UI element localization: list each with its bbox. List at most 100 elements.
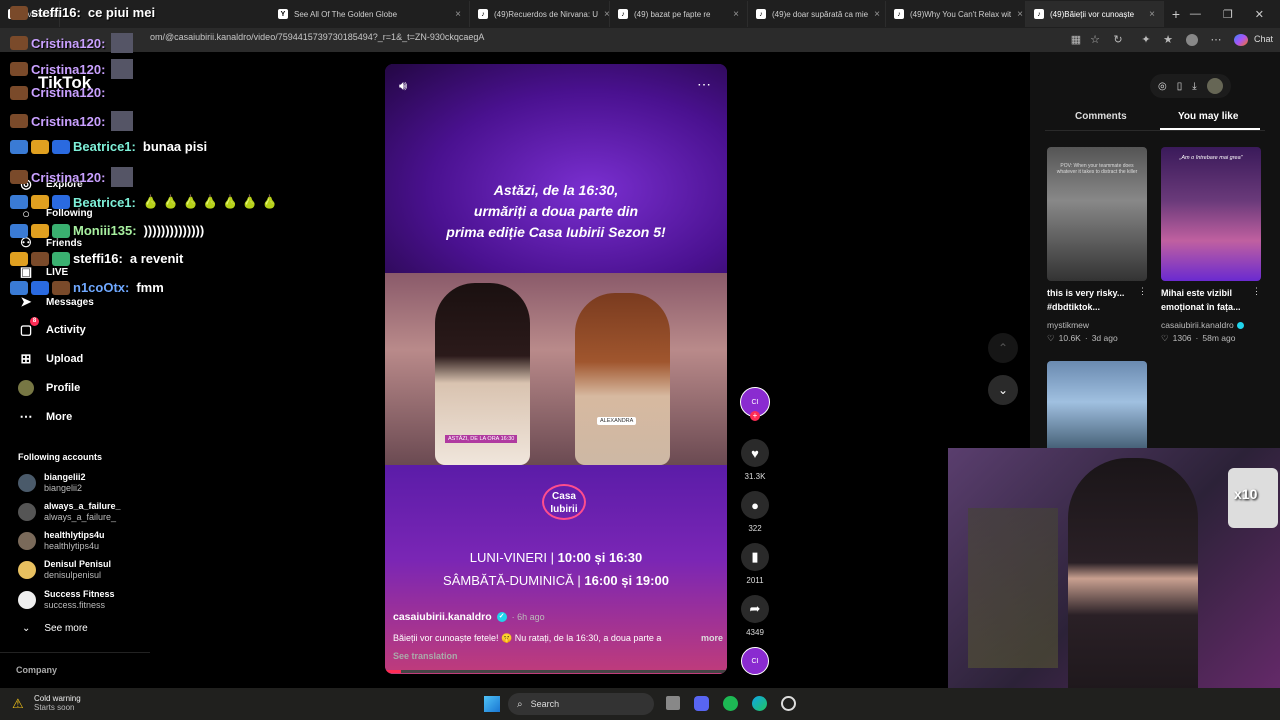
suggestion-caption[interactable]: this is very risky... #dbdtiktok... (1047, 286, 1147, 314)
suggestion-caption[interactable]: Mihai este vizibil emoționat în fața... (1161, 286, 1261, 314)
weather-widget[interactable]: Cold warning Starts soon (34, 694, 81, 712)
share-button[interactable]: ➦ 4349 (740, 595, 770, 637)
avatar[interactable] (1206, 78, 1223, 94)
account-item[interactable]: Denisul Penisul denisulpenisul (18, 559, 111, 581)
favorite-star-icon[interactable]: ☆ (1089, 34, 1101, 46)
suggestion-stats: ♡ 1306 · 58m ago (1161, 333, 1236, 343)
tab-2[interactable]: ♪ (49)Recuerdos de Nirvana: U × (470, 1, 610, 27)
video-player[interactable]: 🔊︎ ⋯ Astăzi, de la 16:30, urmăriți a dou… (385, 64, 727, 674)
grid-icon[interactable]: ▦ (1070, 34, 1082, 46)
sound-disc[interactable]: CI (740, 647, 770, 675)
tab-you-may-like[interactable]: You may like (1178, 111, 1238, 122)
badge-icon (52, 251, 70, 266)
download-icon[interactable]: ⤓ (1192, 81, 1196, 92)
window-close-icon[interactable]: ✕ (1255, 8, 1264, 21)
account-item[interactable]: healthlytips4u healthlytips4u (18, 530, 105, 552)
suggestion-thumb[interactable]: „Am o întrebare mai grea” (1161, 147, 1261, 281)
heart-outline-icon: ♡ (1047, 333, 1055, 343)
like-button[interactable]: ♥ 31.3K (740, 439, 770, 481)
avatar (18, 503, 36, 521)
close-icon[interactable]: × (1017, 9, 1023, 20)
close-icon[interactable]: × (874, 9, 880, 20)
discord-icon[interactable] (694, 696, 709, 711)
tab-comments[interactable]: Comments (1075, 111, 1127, 122)
taskbar-search[interactable]: ⌕ Search (508, 693, 654, 715)
chat-message: Beatrice1: 🍐 🍐 🍐 🍐 🍐 🍐 🍐 (10, 194, 278, 210)
nav-more[interactable]: ⋯ More (18, 409, 73, 425)
close-icon[interactable]: × (1149, 9, 1155, 20)
badge-icon (31, 139, 49, 154)
compass-icon[interactable]: ◎ (1158, 81, 1167, 92)
account-item[interactable]: biangelii2 biangelii2 (18, 472, 86, 494)
badge-icon (31, 195, 49, 209)
nav-upload[interactable]: ⊞ Upload (18, 351, 84, 367)
spotify-icon[interactable] (723, 696, 738, 711)
close-icon[interactable]: × (455, 9, 461, 20)
suggestion-author-row[interactable]: casaiubirii.kanaldro (1161, 320, 1244, 330)
warning-icon: ⚠ (12, 696, 24, 711)
tab-3[interactable]: ♪ (49) bazat pe fapte re × (610, 1, 748, 27)
volume-icon[interactable]: 🔊︎ (399, 78, 407, 94)
windows-start-icon[interactable] (484, 696, 500, 712)
nav-profile[interactable]: Profile (18, 380, 80, 396)
more-options-icon[interactable]: ⋯ (697, 76, 711, 93)
progress-track[interactable] (385, 670, 727, 673)
comment-button[interactable]: ● 322 (740, 491, 770, 533)
new-tab-button[interactable]: + (1164, 6, 1188, 22)
save-button[interactable]: ▮ 2011 (740, 543, 770, 585)
copilot-icon[interactable] (1234, 34, 1248, 46)
account-item[interactable]: always_a_failure_ always_a_failure_ (18, 501, 121, 523)
video-description: Băieții vor cunoaște fetele! 🤫 Nu ratați… (393, 633, 662, 643)
extensions-icon[interactable]: ✦ (1140, 34, 1152, 46)
avatar (18, 532, 36, 550)
chat-button[interactable]: Chat (1254, 34, 1273, 44)
tab-6-active[interactable]: ♪ (49)Băieții vor cunoaște × (1026, 1, 1164, 27)
scene-person-right (575, 293, 670, 465)
next-video-button[interactable]: ⌄ (988, 375, 1018, 405)
nav-activity[interactable]: ▢ 8 Activity (18, 317, 86, 338)
suggestion-thumb[interactable] (1047, 361, 1147, 452)
see-more-button[interactable]: ⌄ See more (22, 623, 88, 634)
phone-icon[interactable]: ▯ (1177, 81, 1183, 92)
tiktok-icon: ♪ (756, 9, 766, 19)
verified-icon: ✓ (496, 612, 507, 622)
account-item[interactable]: Success Fitness success.fitness (18, 589, 115, 611)
favorites-icon[interactable]: ★ (1162, 34, 1174, 46)
scene-caption: ASTĂZI, DE LA ORA 16:30 (445, 435, 518, 443)
badge-icon (10, 114, 28, 128)
suggestion-thumb[interactable]: POV: When your teammate does whatever it… (1047, 147, 1147, 281)
tab-1[interactable]: Y See All Of The Golden Globe × (270, 1, 470, 27)
video-author[interactable]: casaiubirii.kanaldro (393, 611, 492, 623)
more-options-icon[interactable]: ⋮ (1252, 286, 1261, 297)
nav-live[interactable]: ▣ LIVE (18, 264, 68, 280)
refresh-icon[interactable]: ↻ (1112, 34, 1124, 46)
schedule-line-2: SÂMBĂTĂ-DUMINICĂ | 16:00 și 19:00 (443, 573, 669, 588)
follow-plus-icon[interactable]: + (750, 411, 760, 421)
avatar (18, 474, 36, 492)
close-icon[interactable]: × (604, 9, 609, 20)
more-options-icon[interactable]: ⋮ (1138, 286, 1147, 297)
tab-5[interactable]: ♪ (49)Why You Can't Relax wit × (886, 1, 1026, 27)
profile-avatar-icon[interactable] (1186, 34, 1198, 46)
url-field[interactable]: om/@casaiubirii.kanaldro/video/759441573… (150, 32, 484, 42)
file-explorer-icon[interactable] (666, 696, 680, 710)
chat-message: Moniii135:)))))))))))))) (10, 223, 204, 238)
restore-icon[interactable]: ❐ (1223, 8, 1233, 21)
nav-messages[interactable]: ➤ Messages (18, 294, 94, 310)
more-menu-icon[interactable]: ⋯ (1210, 34, 1222, 46)
company-link[interactable]: Company (16, 665, 57, 675)
verified-icon (1236, 321, 1244, 329)
tab-4[interactable]: ♪ (49)e doar supărată ca mie × (748, 1, 886, 27)
close-icon[interactable]: × (733, 9, 739, 20)
edge-icon[interactable] (752, 696, 767, 711)
minimize-icon[interactable]: — (1190, 8, 1201, 21)
upload-icon: ⊞ (20, 351, 32, 366)
suggestion-author[interactable]: mystikmew (1047, 320, 1089, 330)
see-translation-link[interactable]: See translation (393, 651, 723, 661)
creator-avatar[interactable]: CI + (740, 387, 770, 421)
address-bar: om/@casaiubirii.kanaldro/video/759441573… (0, 28, 1280, 52)
previous-video-button[interactable]: ⌃ (988, 333, 1018, 363)
badge-icon (10, 139, 28, 154)
more-link[interactable]: more (701, 633, 723, 644)
obs-icon[interactable] (781, 696, 796, 711)
